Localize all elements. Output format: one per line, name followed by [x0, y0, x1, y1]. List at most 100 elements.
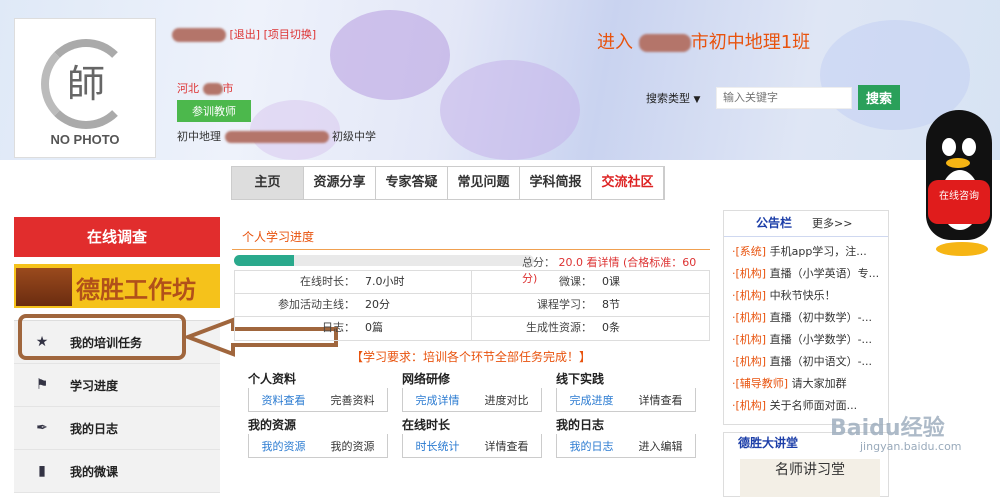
- nav-resources[interactable]: 资源分享: [304, 167, 376, 199]
- view-detail-link[interactable]: 看详情: [587, 256, 620, 269]
- box-links: 我的资源 我的资源: [248, 434, 388, 458]
- notice-tag: ·[机构]: [732, 289, 767, 302]
- view-detail-link[interactable]: 详情查看: [639, 392, 683, 408]
- notice-tag: ·[机构]: [732, 355, 767, 368]
- total-label: 总分：: [522, 256, 555, 269]
- search-type-select[interactable]: 搜索类型 ▼: [646, 90, 716, 106]
- notice-text: 直播（小学数学）-...: [766, 333, 873, 346]
- decor-petal: [440, 60, 580, 160]
- box-links: 完成进度 详情查看: [556, 388, 696, 412]
- list-item[interactable]: ·[机构] 中秋节快乐！: [732, 285, 888, 307]
- box-links: 完成详情 进度对比: [402, 388, 542, 412]
- box-online-study: 网络研修完成详情 进度对比: [402, 370, 542, 412]
- box-online-time: 在线时长时长统计 详情查看: [402, 416, 542, 458]
- completion-progress-link[interactable]: 完成进度: [570, 392, 614, 408]
- search-input[interactable]: [716, 86, 852, 109]
- province: 河北: [177, 82, 199, 95]
- edit-journal-link[interactable]: 进入编辑: [639, 438, 683, 454]
- enter-class-link[interactable]: 进入 市初中地理1班: [597, 28, 810, 54]
- workshop-title: 德胜工作坊: [76, 275, 196, 304]
- enter-prefix: 进入: [597, 32, 633, 53]
- sidebar-item-progress[interactable]: ⚑ 学习进度: [14, 364, 220, 407]
- nav-briefing[interactable]: 学科简报: [520, 167, 592, 199]
- nav-expert-qa[interactable]: 专家答疑: [376, 167, 448, 199]
- box-title: 在线时长: [402, 418, 451, 432]
- stat-label: 在线时长：: [300, 275, 355, 288]
- list-item[interactable]: ·[辅导教师] 请大家加群: [732, 373, 888, 395]
- complete-profile-link[interactable]: 完善资料: [331, 392, 375, 408]
- nav-community[interactable]: 交流社区: [592, 167, 664, 199]
- notice-header: 公告栏 更多>>: [724, 211, 888, 237]
- sidebar-item-label: 我的微课: [70, 464, 119, 479]
- notice-text: 请大家加群: [788, 377, 847, 390]
- completion-detail-link[interactable]: 完成详情: [416, 392, 460, 408]
- box-offline-practice: 线下实践完成进度 详情查看: [556, 370, 696, 412]
- progress-fill: [234, 255, 294, 266]
- redacted-school: [224, 131, 329, 143]
- my-resources-link[interactable]: 我的资源: [262, 438, 306, 454]
- box-title: 线下实践: [556, 372, 605, 386]
- logout-link[interactable]: [退出]: [230, 28, 261, 41]
- my-journal-link[interactable]: 我的日志: [570, 438, 614, 454]
- workshop-banner[interactable]: 德胜工作坊: [14, 264, 220, 308]
- lecture-hall-image[interactable]: 名师讲习堂: [740, 459, 880, 497]
- stats-table: 在线时长： 7.0小时 微课： 0课 参加活动主线： 20分 课程学习： 8节 日志： 0…: [234, 270, 710, 341]
- my-resources-link[interactable]: 我的资源: [331, 438, 375, 454]
- box-links: 时长统计 详情查看: [402, 434, 542, 458]
- main-panel: 个人学习进度 总分： 20.0 看详情 (合格标准：60分) 在线时长： 7.0小…: [232, 220, 710, 497]
- notice-text: 直播（初中数学）-...: [766, 311, 873, 324]
- penguin-eye: [942, 138, 956, 156]
- notice-board: 公告栏 更多>> ·[系统] 手机app学习，注... ·[机构] 直播（小学英语…: [723, 210, 889, 425]
- flag-icon: ⚑: [35, 377, 49, 393]
- list-item[interactable]: ·[系统] 手机app学习，注...: [732, 241, 888, 263]
- search-button[interactable]: 搜索: [858, 85, 901, 110]
- notice-tag: ·[辅导教师]: [732, 377, 789, 390]
- stat-value: 0条: [602, 321, 620, 334]
- notice-more-link[interactable]: 更多>>: [812, 217, 852, 230]
- nav-faq[interactable]: 常见问题: [448, 167, 520, 199]
- box-title: 网络研修: [402, 372, 451, 386]
- switch-project-link[interactable]: [项目切换]: [264, 28, 317, 41]
- avatar[interactable]: 師 NO PHOTO: [14, 18, 156, 158]
- quick-links: 个人资料 资料查看 完善资料 网络研修 完成详情 进度对比 线下实践 完成进度 详情查看 我…: [248, 370, 696, 458]
- list-item[interactable]: ·[机构] 直播（初中数学）-...: [732, 307, 888, 329]
- view-profile-link[interactable]: 资料查看: [262, 392, 306, 408]
- notice-tag: ·[机构]: [732, 399, 767, 412]
- stat-cell: 参加活动主线： 20分: [235, 294, 472, 316]
- notice-text: 直播（初中语文）-...: [766, 355, 873, 368]
- sidebar-item-microcourse[interactable]: ▮ 我的微课: [14, 450, 220, 493]
- box-title: 我的日志: [556, 418, 605, 432]
- redacted-city: [638, 34, 691, 52]
- stat-value: 0课: [602, 275, 620, 288]
- table-row: 日志： 0篇 生成性资源： 0条: [235, 317, 709, 340]
- nav-home[interactable]: 主页: [232, 167, 304, 199]
- search-type-label: 搜索类型: [646, 91, 690, 105]
- box-title: 我的资源: [248, 418, 297, 432]
- view-detail-link[interactable]: 详情查看: [485, 438, 529, 454]
- table-row: 参加活动主线： 20分 课程学习： 8节: [235, 294, 709, 317]
- study-requirement: 【学习要求：培训各个环节全部任务完成！】: [350, 350, 591, 364]
- subject: 初中地理: [177, 130, 221, 143]
- progress-compare-link[interactable]: 进度对比: [485, 392, 529, 408]
- list-item[interactable]: ·[机构] 直播（小学数学）-...: [732, 329, 888, 351]
- stat-cell: 日志： 0篇: [235, 317, 472, 340]
- list-item[interactable]: ·[机构] 直播（小学英语）专...: [732, 263, 888, 285]
- stat-label: 生成性资源：: [526, 321, 592, 334]
- sidebar-item-journal[interactable]: ✒ 我的日志: [14, 407, 220, 450]
- penguin-feet: [936, 242, 988, 256]
- stat-label: 课程学习：: [537, 298, 592, 311]
- tab-personal-progress[interactable]: 个人学习进度: [232, 220, 324, 253]
- time-stats-link[interactable]: 时长统计: [416, 438, 460, 454]
- online-survey-button[interactable]: 在线调查: [14, 217, 220, 257]
- box-personal-info: 个人资料 资料查看 完善资料: [248, 370, 388, 412]
- progress-tab-header: 个人学习进度: [232, 220, 710, 250]
- qq-consult-widget[interactable]: 在线咨询: [918, 110, 998, 270]
- total-value: 20.0: [558, 256, 584, 269]
- school-suffix: 初级中学: [332, 130, 376, 143]
- subject-school: 初中地理 初级中学: [177, 128, 376, 144]
- class-name: 市初中地理1班: [690, 32, 811, 53]
- stat-value: 0篇: [365, 321, 383, 334]
- online-consult-label: 在线咨询: [928, 180, 990, 224]
- list-item[interactable]: ·[机构] 直播（初中语文）-...: [732, 351, 888, 373]
- stat-label: 日志：: [322, 321, 355, 334]
